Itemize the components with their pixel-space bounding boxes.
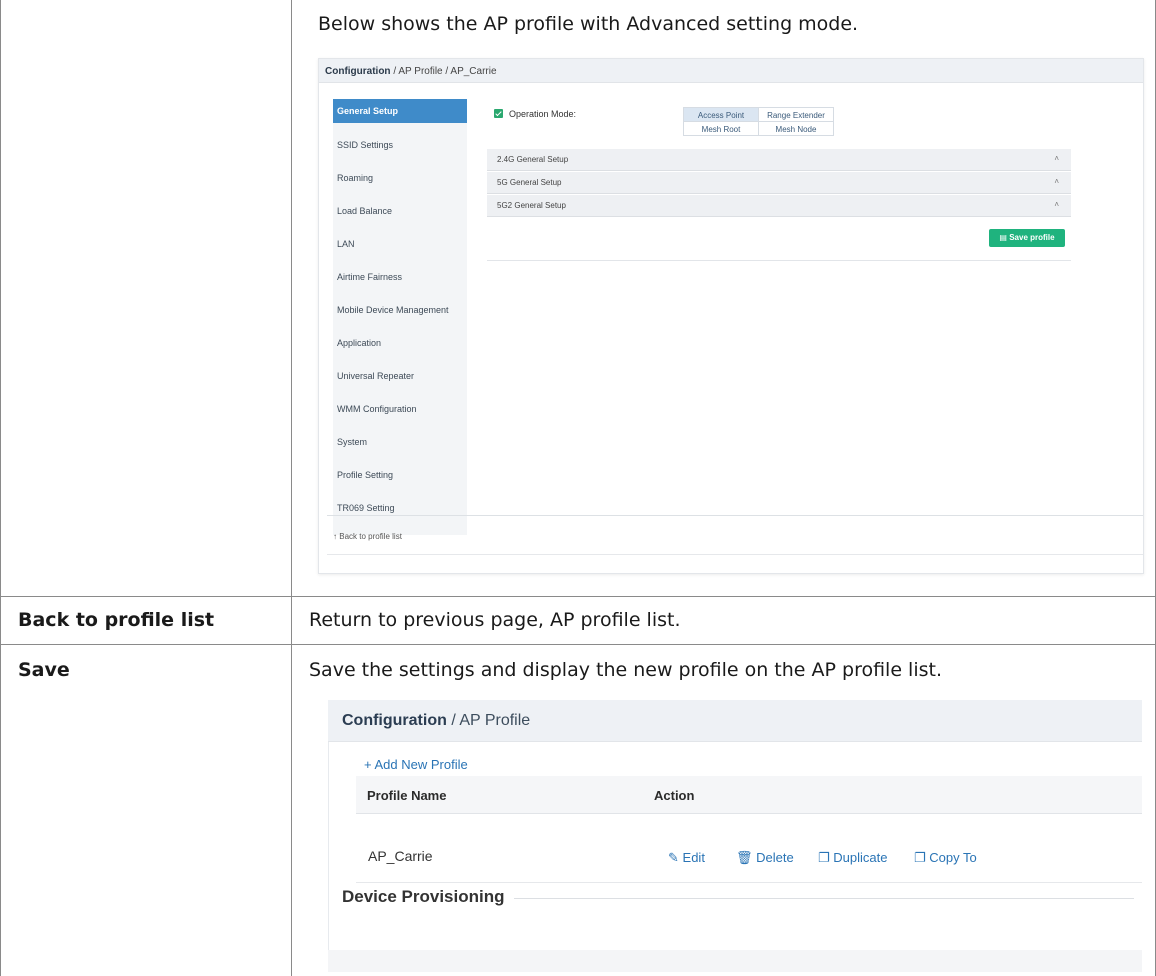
delete-action[interactable]: 🗑 Delete bbox=[736, 850, 794, 866]
trash-icon: 🗑 bbox=[736, 850, 753, 865]
breadcrumb-root[interactable]: Configuration bbox=[325, 66, 391, 77]
chevron-up-icon: ˄ bbox=[1054, 177, 1059, 186]
delete-label: Delete bbox=[756, 850, 794, 865]
sidebar-item-ssid-settings[interactable]: SSID Settings bbox=[333, 133, 467, 157]
breadcrumb-path: / AP Profile / AP_Carrie bbox=[390, 66, 497, 77]
row-label-save: Save bbox=[18, 659, 70, 681]
settings-sidebar: General Setup SSID Settings Roaming Load… bbox=[333, 99, 467, 535]
sidebar-item-general-setup[interactable]: General Setup bbox=[333, 99, 467, 123]
pencil-icon: ✎ bbox=[668, 850, 679, 865]
sidebar-item-mobile-device-management[interactable]: Mobile Device Management bbox=[333, 298, 467, 322]
breadcrumb-path: / AP Profile bbox=[446, 712, 531, 729]
table-row-divider bbox=[0, 644, 1156, 645]
copy-to-action[interactable]: ❐ Copy To bbox=[914, 850, 977, 866]
duplicate-label: Duplicate bbox=[833, 850, 888, 865]
operation-mode-label: Operation Mode: bbox=[509, 109, 577, 119]
sidebar-item-wmm-configuration[interactable]: WMM Configuration bbox=[333, 397, 467, 421]
accordion-title: 2.4G General Setup bbox=[497, 155, 569, 164]
intro-text: Below shows the AP profile with Advanced… bbox=[318, 13, 859, 35]
sidebar-item-tr069-setting[interactable]: TR069 Setting bbox=[333, 496, 467, 520]
back-link-label: Back to profile list bbox=[339, 532, 402, 541]
back-to-profile-list-link[interactable]: ↑ Back to profile list bbox=[333, 532, 402, 541]
divider bbox=[327, 554, 1143, 555]
row-label-back-to-profile-list: Back to profile list bbox=[18, 609, 215, 631]
accordion-title: 5G General Setup bbox=[497, 178, 562, 187]
column-header-profile-name: Profile Name bbox=[367, 788, 447, 803]
arrow-up-icon: ↑ bbox=[333, 532, 337, 541]
accordion-title: 5G2 General Setup bbox=[497, 201, 566, 210]
divider bbox=[356, 882, 1142, 883]
breadcrumb: Configuration / AP Profile bbox=[328, 700, 1142, 742]
sidebar-item-application[interactable]: Application bbox=[333, 331, 467, 355]
save-profile-label: Save profile bbox=[1009, 233, 1055, 242]
table-column-divider bbox=[291, 0, 292, 976]
row-description-save: Save the settings and display the new pr… bbox=[309, 659, 943, 681]
chevron-up-icon: ˄ bbox=[1054, 154, 1059, 163]
sidebar-item-roaming[interactable]: Roaming bbox=[333, 166, 467, 190]
sidebar-item-profile-setting[interactable]: Profile Setting bbox=[333, 463, 467, 487]
table-row-divider bbox=[0, 596, 1156, 597]
copy-icon: ❐ bbox=[914, 850, 926, 865]
ap-profile-advanced-screenshot: Configuration / AP Profile / AP_Carrie G… bbox=[318, 58, 1144, 574]
sidebar-item-load-balance[interactable]: Load Balance bbox=[333, 199, 467, 223]
ap-profile-list-screenshot: Configuration / AP Profile + Add New Pro… bbox=[328, 700, 1142, 972]
table-header: Profile Name Action bbox=[356, 776, 1142, 814]
device-provisioning-heading: Device Provisioning bbox=[342, 887, 505, 906]
save-profile-button[interactable]: ▤ Save profile bbox=[989, 229, 1065, 247]
mode-mesh-node-button[interactable]: Mesh Node bbox=[758, 121, 834, 136]
mode-access-point-button[interactable]: Access Point bbox=[683, 107, 759, 122]
accordion-5g-general-setup[interactable]: 5G General Setup ˄ bbox=[487, 172, 1071, 194]
operation-mode-checkbox[interactable] bbox=[494, 109, 503, 118]
document-table: Below shows the AP profile with Advanced… bbox=[0, 0, 1156, 976]
profile-name-cell: AP_Carrie bbox=[368, 848, 433, 864]
copy-to-label: Copy To bbox=[929, 850, 977, 865]
column-header-action: Action bbox=[654, 788, 695, 803]
accordion-5g2-general-setup[interactable]: 5G2 General Setup ˄ bbox=[487, 195, 1071, 217]
sidebar-item-lan[interactable]: LAN bbox=[333, 232, 467, 256]
save-icon: ▤ bbox=[999, 233, 1007, 242]
accordion-24g-general-setup[interactable]: 2.4G General Setup ˄ bbox=[487, 149, 1071, 171]
add-new-profile-link[interactable]: + Add New Profile bbox=[364, 757, 468, 772]
next-table-header-faded bbox=[328, 950, 1142, 972]
table-border-left bbox=[0, 0, 1, 976]
mode-mesh-root-button[interactable]: Mesh Root bbox=[683, 121, 759, 136]
mode-range-extender-button[interactable]: Range Extender bbox=[758, 107, 834, 122]
edit-label: Edit bbox=[682, 850, 705, 865]
breadcrumb: Configuration / AP Profile / AP_Carrie bbox=[319, 59, 1143, 83]
sidebar-item-universal-repeater[interactable]: Universal Repeater bbox=[333, 364, 467, 388]
edit-action[interactable]: ✎ Edit bbox=[668, 850, 705, 866]
sidebar-item-airtime-fairness[interactable]: Airtime Fairness bbox=[333, 265, 467, 289]
row-description-back-to-profile-list: Return to previous page, AP profile list… bbox=[309, 609, 681, 631]
divider bbox=[514, 898, 1134, 899]
divider bbox=[487, 260, 1071, 261]
duplicate-action[interactable]: ❐ Duplicate bbox=[818, 850, 887, 866]
copy-icon: ❐ bbox=[818, 850, 830, 865]
sidebar-item-system[interactable]: System bbox=[333, 430, 467, 454]
chevron-up-icon: ˄ bbox=[1054, 200, 1059, 209]
divider bbox=[327, 515, 1143, 516]
breadcrumb-root[interactable]: Configuration bbox=[342, 712, 447, 729]
